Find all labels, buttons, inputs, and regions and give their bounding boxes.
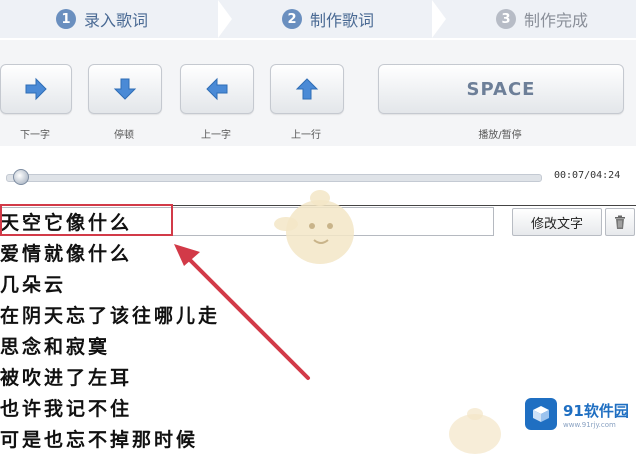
- step-2: 2 制作歌词: [282, 0, 374, 38]
- play-pause-label: 播放/暂停: [478, 130, 522, 141]
- mascot-watermark-icon: [274, 190, 354, 264]
- progress-track[interactable]: [6, 174, 542, 182]
- lyric-line[interactable]: 被吹进了左耳: [0, 363, 132, 390]
- lyric-line[interactable]: 也许我记不住: [0, 394, 132, 421]
- next-char-label: 下一字: [20, 130, 50, 141]
- mascot-watermark-icon: [449, 408, 501, 454]
- lyric-line[interactable]: 几朵云: [0, 270, 66, 297]
- prev-line-label: 上一行: [291, 130, 321, 141]
- pause-label: 停顿: [114, 130, 134, 141]
- step-header: 1 录入歌词 2 制作歌词 3 制作完成: [0, 0, 636, 38]
- step-separator: [218, 0, 232, 38]
- arrow-left-icon: [206, 77, 228, 101]
- next-char-button[interactable]: [0, 64, 72, 114]
- brand-name: 91软件园: [563, 401, 629, 420]
- pause-button[interactable]: [88, 64, 162, 114]
- trash-icon: [615, 215, 625, 229]
- step-3: 3 制作完成: [496, 0, 588, 38]
- step-label: 制作歌词: [310, 11, 375, 30]
- lyric-line[interactable]: 爱情就像什么: [0, 239, 132, 266]
- step-number: 2: [282, 9, 302, 29]
- progress-thumb[interactable]: [13, 169, 30, 185]
- step-number: 3: [496, 9, 516, 29]
- space-key-label: SPACE: [466, 78, 536, 100]
- step-separator: [432, 0, 446, 38]
- cube-logo-icon: [525, 398, 557, 430]
- edit-text-button[interactable]: 修改文字: [512, 208, 602, 236]
- delete-button[interactable]: [605, 208, 635, 236]
- arrow-down-icon: [113, 78, 137, 100]
- step-1: 1 录入歌词: [56, 0, 148, 38]
- annotation-highlight-box: [0, 204, 173, 236]
- brand-url: www.91rjy.com: [563, 420, 616, 429]
- prev-line-button[interactable]: [270, 64, 344, 114]
- step-label: 制作完成: [524, 11, 589, 30]
- control-toolbar: 下一字 停顿 上一字 上一行 SPACE 播放/暂停: [0, 40, 636, 146]
- lyric-line[interactable]: 可是也忘不掉那时候: [0, 425, 198, 452]
- time-display: 00:07/04:24: [554, 170, 621, 181]
- step-number: 1: [56, 9, 76, 29]
- arrow-up-icon: [295, 78, 319, 100]
- prev-char-label: 上一字: [201, 130, 231, 141]
- step-label: 录入歌词: [84, 11, 149, 30]
- prev-char-button[interactable]: [180, 64, 254, 114]
- arrow-right-icon: [25, 77, 47, 101]
- lyric-line[interactable]: 思念和寂寞: [0, 332, 110, 359]
- space-play-pause-button[interactable]: SPACE: [378, 64, 624, 114]
- brand-watermark: 91软件园 www.91rjy.com: [525, 398, 629, 430]
